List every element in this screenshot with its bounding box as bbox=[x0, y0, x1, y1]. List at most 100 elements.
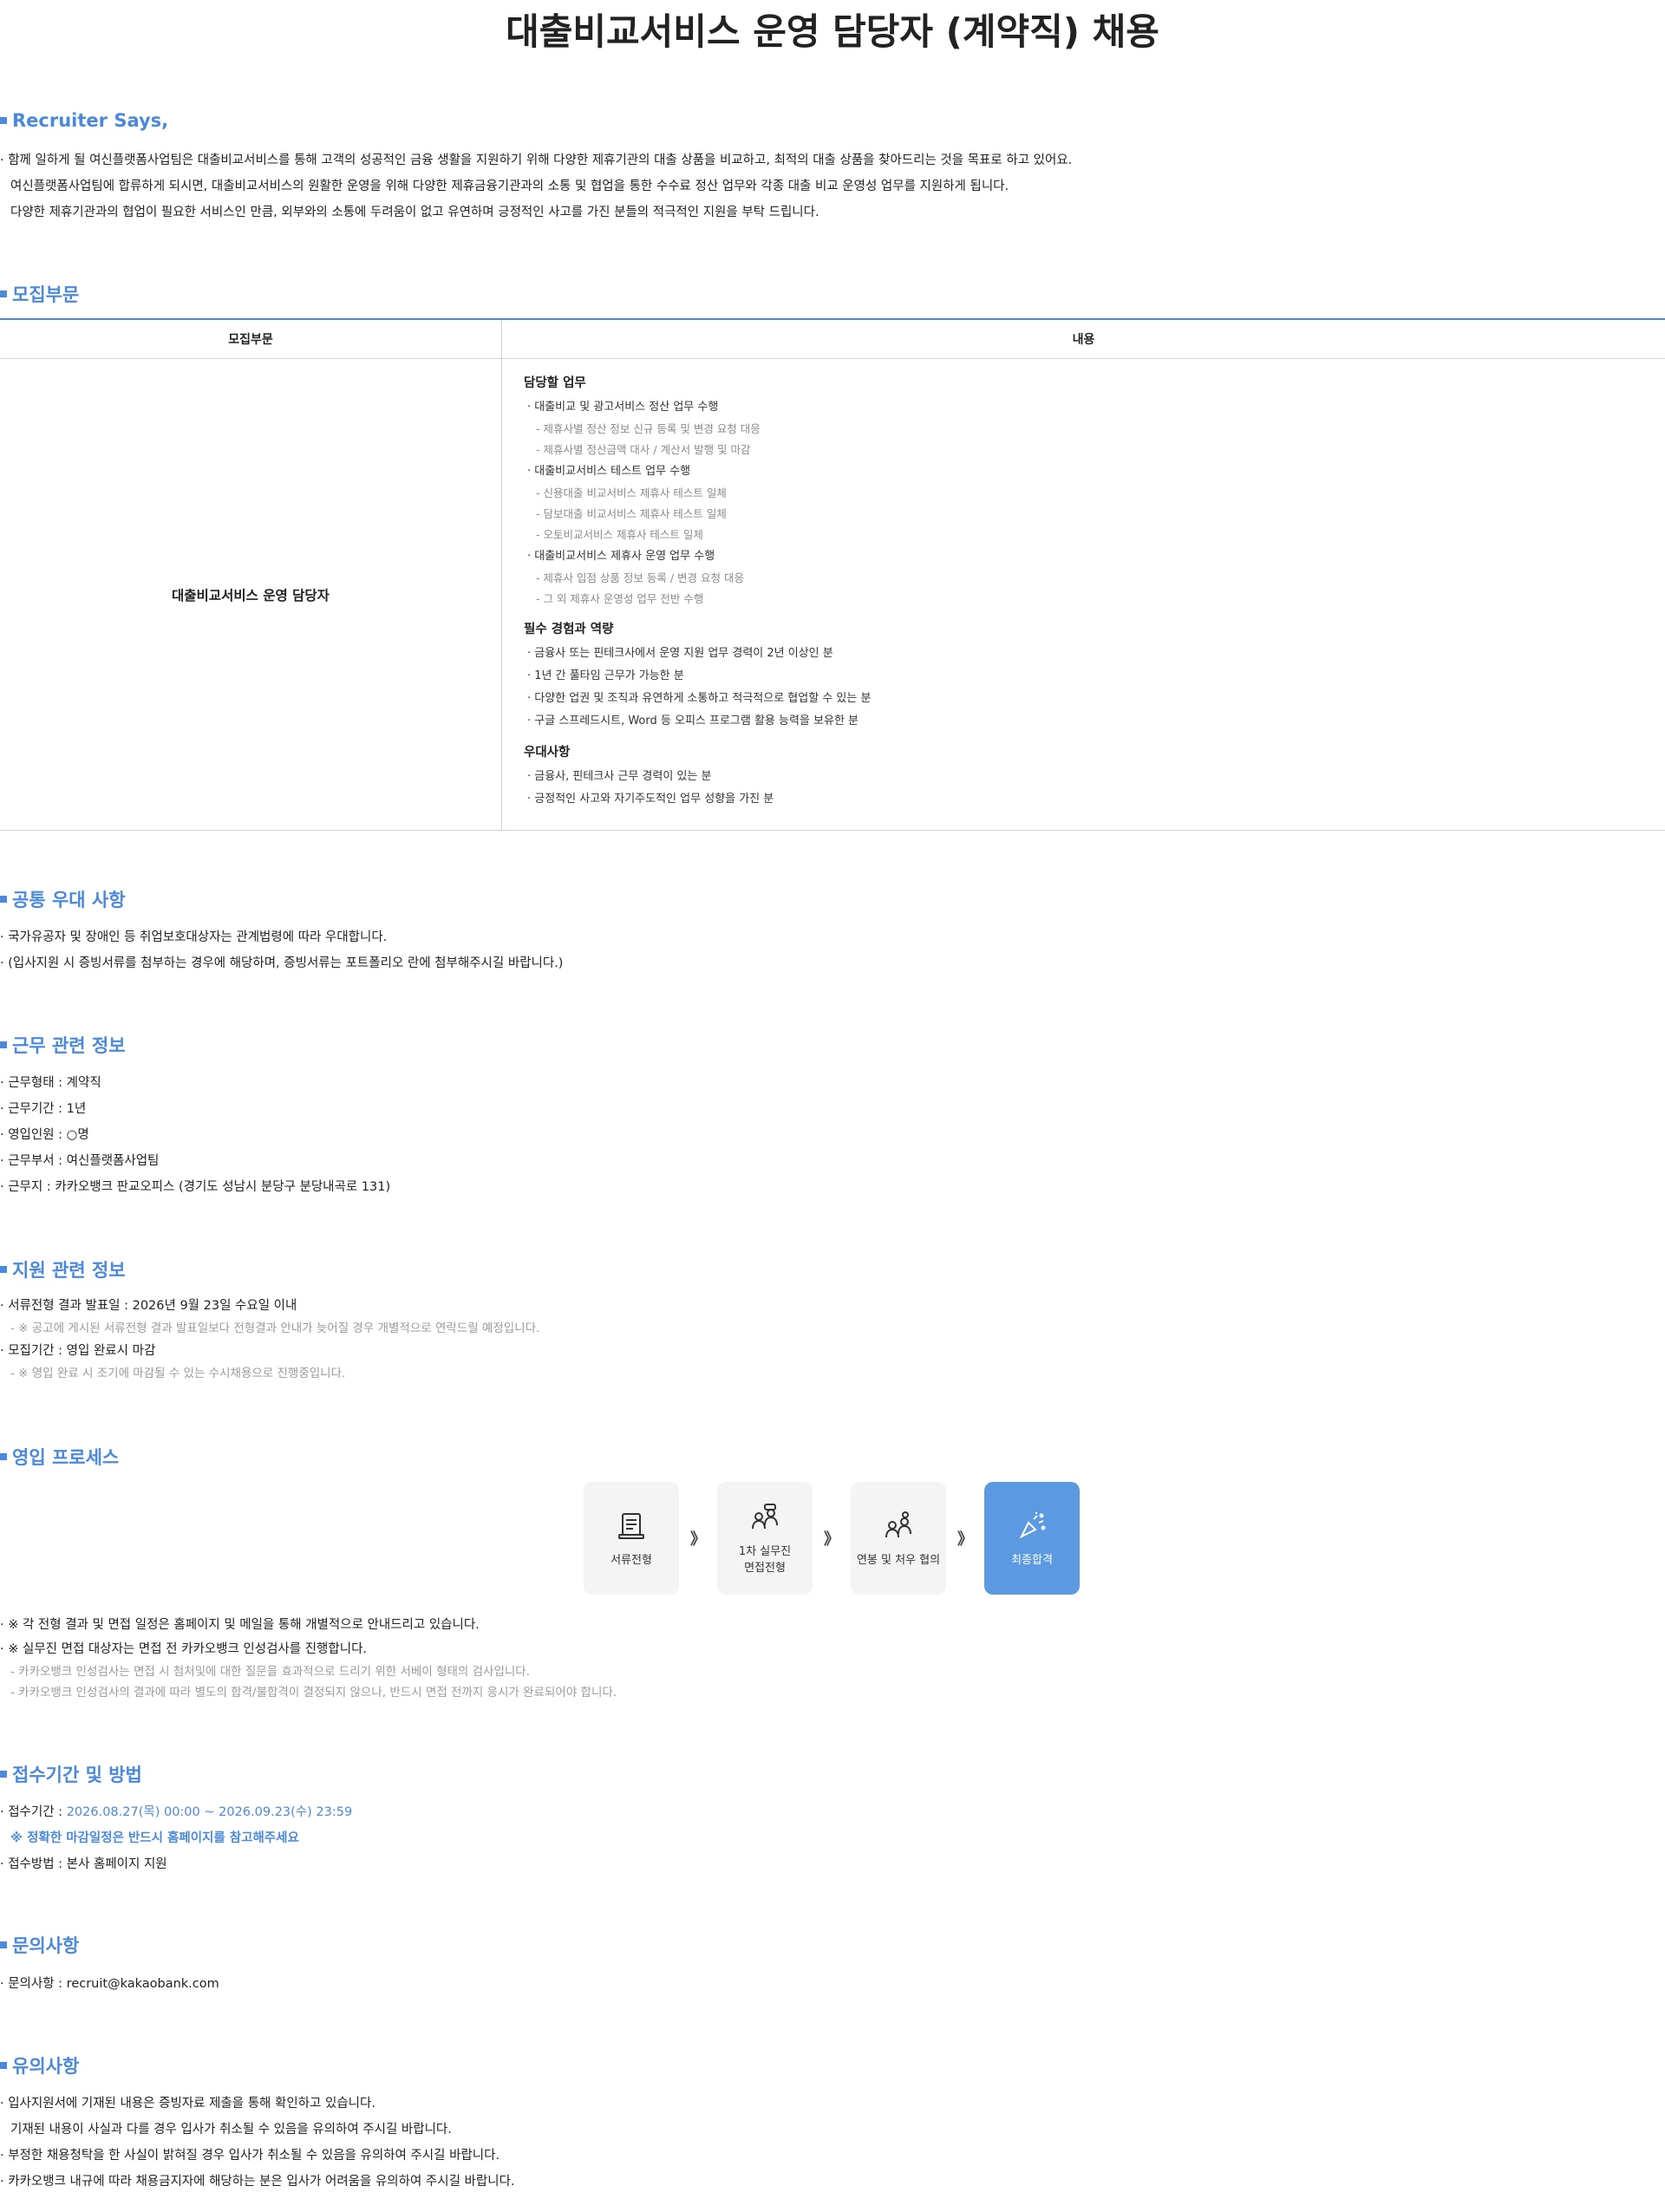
duty-sub: - 제휴사별 정산 정보 신규 등록 및 변경 요청 대응 bbox=[536, 422, 761, 435]
process-notes: · ※ 각 전형 결과 및 면접 일정은 홈페이지 및 메일을 통해 개별적으로… bbox=[0, 1613, 617, 1703]
work-info-list: · 근무형태 : 계약직 · 근무기간 : 1년 · 영입인원 : ○명 · 근… bbox=[0, 1070, 390, 1200]
bullet-square-icon bbox=[0, 2062, 7, 2069]
duty-content: 담당할 업무 · 대출비교 및 광고서비스 정산 업무 수행 - 제휴사별 정산… bbox=[503, 360, 1664, 819]
preferences-title: 우대사항 bbox=[524, 746, 571, 760]
process-arrow: 》 bbox=[824, 1530, 839, 1549]
work-info-line: · 근무지 : 카카오뱅크 판교오피스 (경기도 성남시 분당구 분당내곡로 1… bbox=[0, 1180, 391, 1194]
bullet-square-icon bbox=[0, 1771, 7, 1778]
duty-sub: - 오토비교서비스 제휴사 테스트 일체 bbox=[536, 528, 703, 541]
caution-text: · 입사지원서에 기재된 내용은 증빙자료 제출을 통해 확인하고 있습니다. … bbox=[0, 2091, 515, 2195]
duty-item: · 대출비교서비스 테스트 업무 수행 bbox=[527, 465, 691, 478]
content-cell: 담당할 업무 · 대출비교 및 광고서비스 정산 업무 수행 - 제휴사별 정산… bbox=[501, 358, 1665, 831]
duty-sub: - 제휴사별 정산금액 대사 / 계산서 발행 및 마감 bbox=[536, 443, 751, 456]
bullet-square-icon bbox=[0, 1266, 7, 1273]
contact-line: · 문의사항 : recruit@kakaobank.com bbox=[0, 1977, 219, 1991]
caution-line: · 카카오뱅크 내규에 따라 채용금지자에 해당하는 분은 입사가 어려움을 유… bbox=[0, 2175, 515, 2189]
intro-line: · 함께 일하게 될 여신플랫폼사업팀은 대출비교서비스를 통해 고객의 성공적… bbox=[0, 153, 1073, 167]
bullet-square-icon bbox=[0, 1041, 7, 1048]
heading-text: 공통 우대 사항 bbox=[12, 890, 126, 910]
heading-text: 지원 관련 정보 bbox=[12, 1260, 126, 1281]
heading-text: Recruiter Says, bbox=[12, 110, 169, 131]
requirement-item: · 다양한 업권 및 조직과 유연하게 소통하고 적극적으로 협업할 수 있는 … bbox=[527, 692, 872, 705]
page-title: 대출비교서비스 운영 담당자 (계약직) 채용 bbox=[506, 10, 1159, 53]
heading-text: 모집부문 bbox=[12, 284, 80, 305]
heading-text: 접수기간 및 방법 bbox=[12, 1765, 142, 1785]
recruit-table: 모집부문 내용 대출비교서비스 운영 담당자 담당할 업무 · 대출비교 및 광… bbox=[0, 318, 1665, 831]
apply-info-note: - ※ 공고에 게시된 서류전형 결과 발표일보다 전형결과 안내가 늦어질 경… bbox=[10, 1321, 540, 1335]
section-common-pref-heading: 공통 우대 사항 bbox=[0, 886, 126, 912]
process-line: · ※ 실무진 면접 대상자는 면접 전 카카오뱅크 인성검사를 진행합니다. bbox=[0, 1642, 368, 1656]
requirement-item: · 1년 간 풀타임 근무가 가능한 분 bbox=[527, 669, 684, 682]
period-text: · 접수기간 : 2026.08.27(목) 00:00 ~ 2026.09.2… bbox=[0, 1799, 352, 1877]
duty-sub: - 신용대출 비교서비스 제휴사 테스트 일체 bbox=[536, 486, 727, 499]
contact-text: · 문의사항 : recruit@kakaobank.com bbox=[0, 1971, 219, 1997]
common-pref-text: · 국가유공자 및 장애인 등 취업보호대상자는 관계법령에 따라 우대합니다.… bbox=[0, 924, 563, 976]
duty-sub: - 그 외 제휴사 운영성 업무 전반 수행 bbox=[536, 592, 704, 605]
period-value: 2026.08.27(목) 00:00 ~ 2026.09.23(수) 23:5… bbox=[66, 1805, 353, 1819]
duty-item: · 대출비교 및 광고서비스 정산 업무 수행 bbox=[527, 401, 719, 414]
duty-sub: - 제휴사 입점 상품 정보 등록 / 변경 요청 대응 bbox=[536, 571, 744, 584]
process-note: - 카카오뱅크 인성검사는 면접 시 첨처및에 대한 질문을 효과적으로 드리기… bbox=[10, 1665, 531, 1679]
period-label: · 접수기간 : bbox=[0, 1805, 67, 1819]
common-pref-line: · (입사지원 시 증빙서류를 첨부하는 경우에 해당하며, 증빙서류는 포트폴… bbox=[0, 956, 564, 970]
step-label: 최종합격 bbox=[1011, 1553, 1053, 1567]
process-step-document: 서류전형 bbox=[584, 1482, 679, 1595]
section-recruiter-heading: Recruiter Says, bbox=[0, 110, 168, 131]
requirements-title: 필수 경험과 역량 bbox=[524, 623, 614, 636]
section-apply-info-heading: 지원 관련 정보 bbox=[0, 1256, 126, 1282]
work-info-line: · 영입인원 : ○명 bbox=[0, 1128, 89, 1142]
work-info-line: · 근무형태 : 계약직 bbox=[0, 1076, 101, 1090]
document-icon bbox=[618, 1512, 644, 1539]
column-header-position: 모집부문 bbox=[0, 318, 502, 359]
apply-info-line: · 모집기간 : 영입 완료시 마감 bbox=[0, 1344, 156, 1358]
step-label: 연봉 및 처우 협의 bbox=[856, 1553, 941, 1567]
period-method: · 접수방법 : 본사 홈페이지 지원 bbox=[0, 1857, 167, 1871]
heading-text: 영입 프로세스 bbox=[12, 1447, 120, 1468]
step-label: 1차 실무진 면접전형 bbox=[738, 1545, 792, 1575]
requirement-item: · 금융사 또는 핀테크사에서 운영 지원 업무 경력이 2년 이상인 분 bbox=[527, 647, 833, 660]
apply-info-line: · 서류전형 결과 발표일 : 2026년 9월 23일 수요일 이내 bbox=[0, 1299, 297, 1313]
period-line: · 접수기간 : 2026.08.27(목) 00:00 ~ 2026.09.2… bbox=[0, 1799, 352, 1825]
process-arrow: 》 bbox=[957, 1530, 973, 1549]
duty-sub: - 담보대출 비교서비스 제휴사 테스트 일체 bbox=[536, 507, 727, 520]
preference-item: · 긍정적인 사고와 자기주도적인 업무 성향을 가진 분 bbox=[527, 793, 774, 806]
process-arrow: 》 bbox=[690, 1530, 706, 1549]
celebration-icon bbox=[1019, 1511, 1046, 1538]
heading-text: 근무 관련 정보 bbox=[12, 1035, 126, 1056]
heading-text: 유의사항 bbox=[12, 2056, 80, 2077]
section-period-heading: 접수기간 및 방법 bbox=[0, 1761, 142, 1787]
process-line: · ※ 각 전형 결과 및 면접 일정은 홈페이지 및 메일을 통해 개별적으로… bbox=[0, 1618, 480, 1632]
common-pref-line: · 국가유공자 및 장애인 등 취업보호대상자는 관계법령에 따라 우대합니다. bbox=[0, 930, 388, 944]
caution-line: · 부정한 채용청탁을 한 사실이 밝혀질 경우 입사가 취소될 수 있음을 유… bbox=[0, 2149, 500, 2163]
work-info-line: · 근무기간 : 1년 bbox=[0, 1102, 87, 1116]
requirement-item: · 구글 스프레드시트, Word 등 오피스 프로그램 활용 능력을 보유한 … bbox=[527, 714, 859, 728]
section-contact-heading: 문의사항 bbox=[0, 1932, 79, 1958]
work-info-line: · 근무부서 : 여신플랫폼사업팀 bbox=[0, 1154, 160, 1168]
step-label: 서류전형 bbox=[610, 1553, 652, 1567]
process-step-final: 최종합격 bbox=[984, 1482, 1080, 1595]
table-header-row: 모집부문 내용 bbox=[0, 318, 1665, 359]
heading-text: 문의사항 bbox=[12, 1935, 80, 1956]
position-cell: 대출비교서비스 운영 담당자 bbox=[0, 358, 502, 831]
interview-icon bbox=[752, 1504, 778, 1530]
section-recruit-heading: 모집부문 bbox=[0, 281, 79, 307]
negotiation-icon bbox=[885, 1511, 911, 1537]
section-work-info-heading: 근무 관련 정보 bbox=[0, 1032, 126, 1058]
process-step-interview: 1차 실무진 면접전형 bbox=[717, 1482, 813, 1595]
process-step-negotiation: 연봉 및 처우 협의 bbox=[851, 1482, 946, 1595]
section-process-heading: 영입 프로세스 bbox=[0, 1444, 119, 1470]
caution-line: 기재된 내용이 사실과 다를 경우 입사가 취소될 수 있음을 유의하여 주시길… bbox=[10, 2123, 452, 2137]
preference-item: · 금융사, 핀테크사 근무 경력이 있는 분 bbox=[527, 770, 712, 783]
process-flow: 서류전형 》 1차 실무진 면접전형 》 연봉 및 처우 협의 》 최종합격 bbox=[584, 1482, 1080, 1595]
caution-line: · 입사지원서에 기재된 내용은 증빙자료 제출을 통해 확인하고 있습니다. bbox=[0, 2097, 375, 2111]
apply-info-note: - ※ 영입 완료 시 조기에 마감될 수 있는 수시채용으로 진행중입니다. bbox=[10, 1367, 346, 1380]
bullet-square-icon bbox=[0, 117, 7, 124]
bullet-square-icon bbox=[0, 290, 7, 297]
section-caution-heading: 유의사항 bbox=[0, 2052, 79, 2078]
apply-info-text: · 서류전형 결과 발표일 : 2026년 9월 23일 수요일 이내 - ※ … bbox=[0, 1295, 539, 1385]
column-header-content: 내용 bbox=[501, 318, 1665, 359]
bullet-square-icon bbox=[0, 1453, 7, 1460]
process-note: - 카카오뱅크 인성검사의 결과에 따라 별도의 합격/불합격이 결정되지 않으… bbox=[10, 1686, 617, 1700]
intro-line: 여신플랫폼사업팀에 합류하게 되시면, 대출비교서비스의 원활한 운영을 위해 … bbox=[10, 179, 1009, 193]
intro-line: 다양한 제휴기관과의 협업이 필요한 서비스인 만큼, 외부와의 소통에 두려움… bbox=[10, 206, 819, 219]
